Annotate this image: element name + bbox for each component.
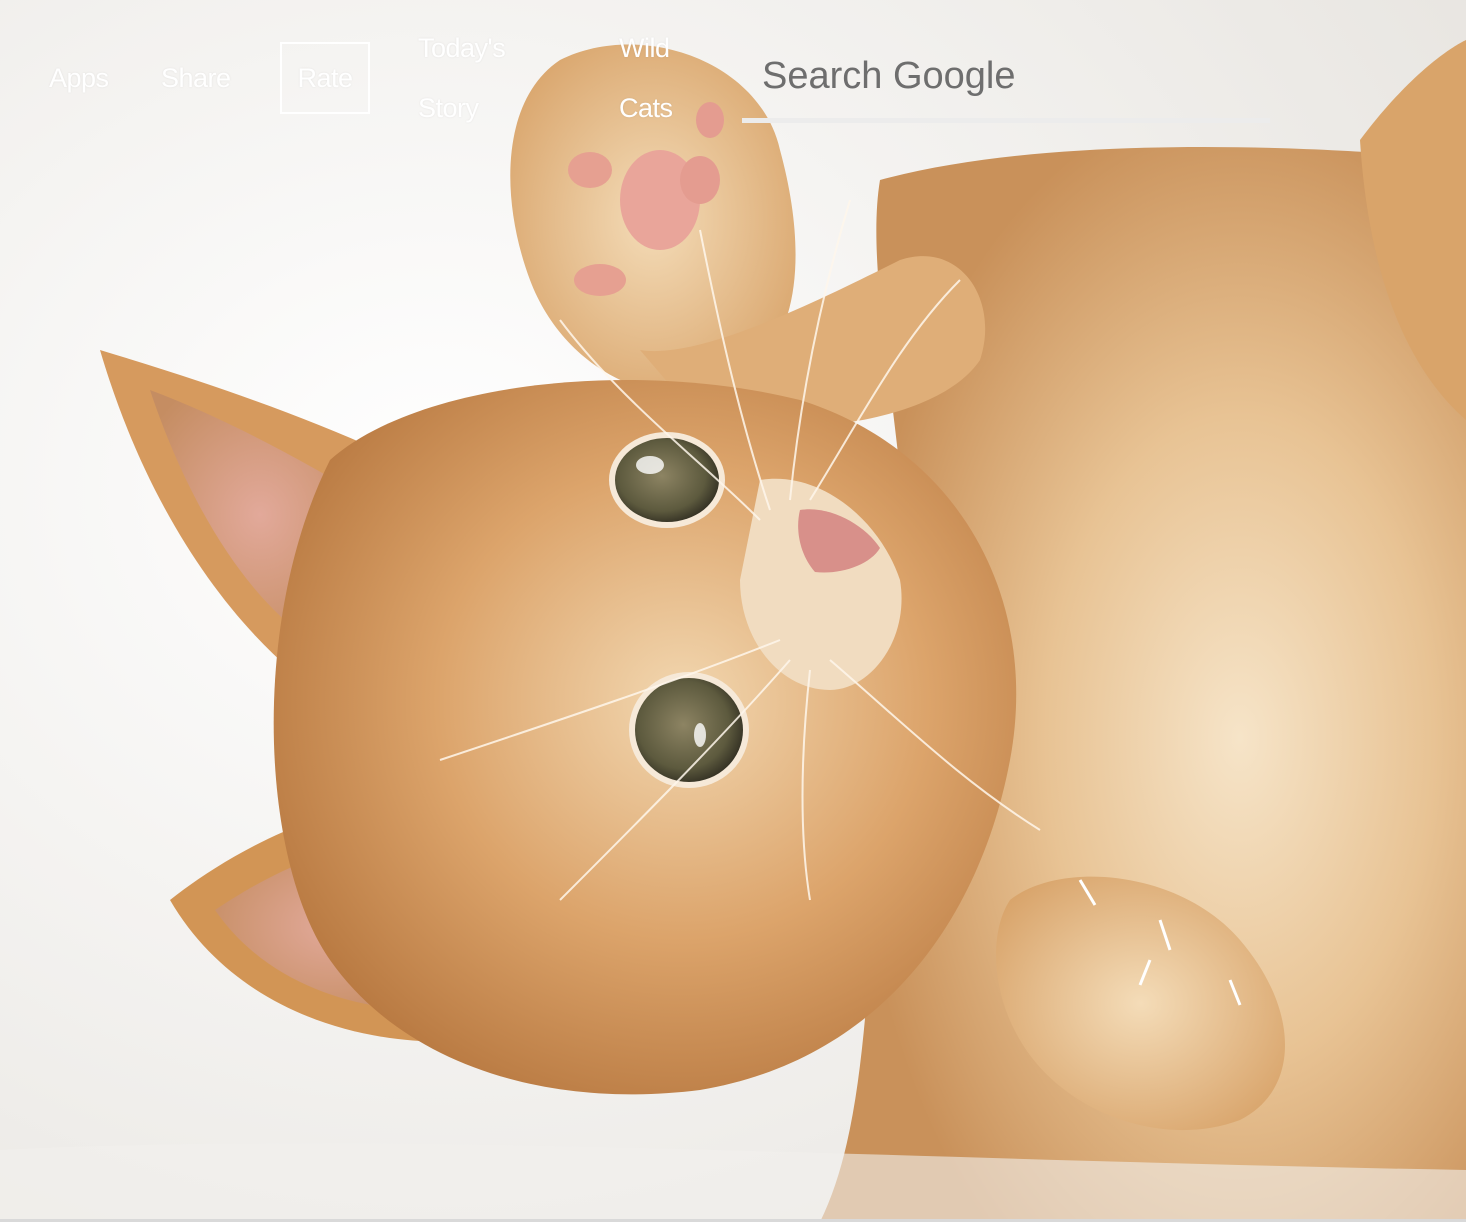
nav-share-link[interactable]: Share [161, 48, 231, 108]
kitten-wallpaper [0, 0, 1466, 1222]
nav-wild-cats-line1: Wild [619, 33, 670, 63]
nav-todays-story-line1: Today's [418, 33, 506, 63]
top-navigation: Apps Share Rate Today's Story Wild Cats [0, 0, 740, 140]
new-tab-page: Apps Share Rate Today's Story Wild Cats [0, 0, 1466, 1222]
search-underline [742, 118, 1270, 123]
nav-apps-link[interactable]: Apps [49, 48, 109, 108]
nav-rate-button[interactable]: Rate [280, 42, 370, 114]
google-search-box [742, 36, 1270, 124]
nav-wild-cats-link[interactable]: Wild Cats [619, 18, 673, 138]
nav-todays-story-line2: Story [418, 93, 479, 123]
nav-wild-cats-line2: Cats [619, 93, 673, 123]
search-input[interactable] [742, 36, 1270, 116]
nav-todays-story-link[interactable]: Today's Story [418, 18, 506, 138]
